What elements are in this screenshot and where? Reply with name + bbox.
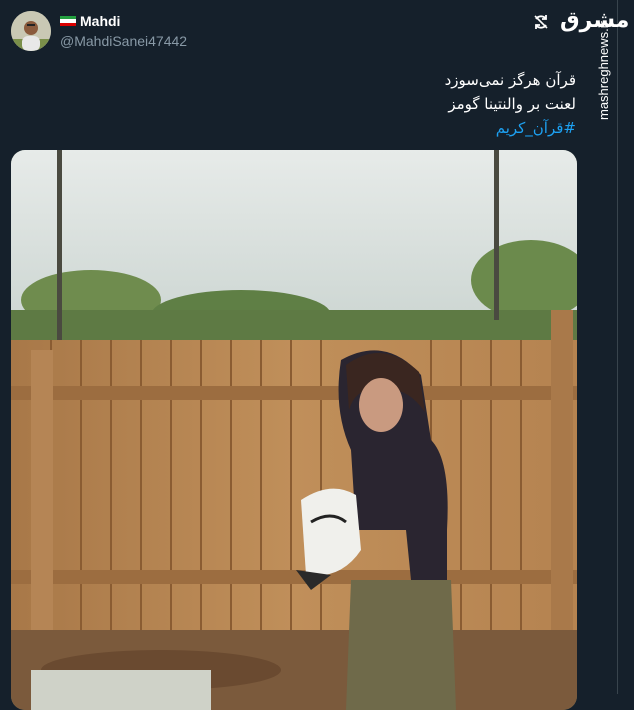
video-frame [11,150,577,710]
display-name-text: Mahdi [80,13,121,29]
tweet-text: قرآن هرگز نمی‌سوزد لعنت بر والنتینا گومز… [445,68,576,140]
tweet-text-line-2: لعنت بر والنتینا گومز [448,95,576,113]
tweet-video[interactable] [11,150,577,710]
watermark-logo: مشرق [560,8,630,33]
scroll-track[interactable] [617,0,618,694]
display-name[interactable]: Mahdi [60,13,120,29]
hashtag-link[interactable]: #قرآن_کریم [445,116,576,140]
tweet[interactable]: Mahdi @MahdiSanei47442 قرآن هرگز نمی‌سوز… [0,0,592,710]
iran-flag-icon [60,15,76,27]
user-handle[interactable]: @MahdiSanei47442 [60,33,187,49]
tweet-text-line-1: قرآن هرگز نمی‌سوزد [444,71,576,89]
watermark-url: mashreghnews.ir [596,21,611,120]
avatar-image [11,11,51,51]
retweet-icon[interactable] [532,13,550,31]
avatar[interactable] [11,11,51,51]
